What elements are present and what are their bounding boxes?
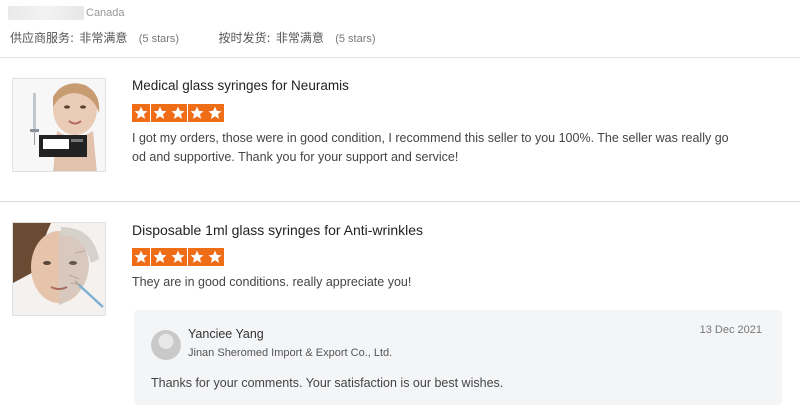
review-product-title[interactable]: Medical glass syringes for Neuramis (132, 78, 349, 93)
blurred-buyer-name (8, 6, 84, 20)
star-icon (150, 248, 169, 266)
reply-company-name: Jinan Sheromed Import & Export Co., Ltd. (188, 347, 393, 359)
review-star-rating (132, 248, 225, 266)
rating-value: 非常满意 (275, 31, 324, 45)
rating-count: (5 stars) (138, 33, 180, 45)
star-icon (132, 248, 150, 266)
reply-author-name: Yanciee Yang (188, 327, 264, 341)
star-icon (150, 104, 169, 122)
supplier-ratings: 供应商服务: 非常满意 (5 stars) 按时发货: 非常满意 (5 star… (10, 29, 412, 46)
seller-reply: Yanciee Yang Jinan Sheromed Import & Exp… (134, 310, 782, 405)
review-text-line: I got my orders, those were in good cond… (132, 131, 729, 145)
review-header: Canada 供应商服务: 非常满意 (5 stars) 按时发货: 非常满意 … (0, 0, 800, 58)
star-icon (169, 104, 187, 122)
product-image-anti-wrinkle-face (13, 223, 105, 315)
review-text-line: od and supportive. Thank you for your su… (132, 150, 459, 164)
reply-text: Thanks for your comments. Your satisfact… (151, 376, 504, 390)
star-icon (132, 104, 150, 122)
product-thumbnail[interactable] (12, 78, 106, 172)
product-image-syringe-face (13, 79, 105, 171)
avatar (151, 330, 181, 360)
review-text: They are in good conditions. really appr… (132, 273, 752, 292)
review-text: I got my orders, those were in good cond… (132, 129, 752, 167)
star-icon (187, 248, 206, 266)
rating-on-time-delivery: 按时发货: 非常满意 (5 stars) (218, 29, 375, 46)
review-star-rating (132, 104, 225, 122)
rating-label: 供应商服务: (10, 31, 75, 45)
review-item: Medical glass syringes for Neuramis I go… (0, 59, 800, 202)
star-icon (206, 104, 224, 122)
review-product-title[interactable]: Disposable 1ml glass syringes for Anti-w… (132, 222, 423, 238)
star-icon (206, 248, 224, 266)
reply-date: 13 Dec 2021 (699, 324, 762, 336)
star-icon (169, 248, 187, 266)
rating-value: 非常满意 (79, 31, 128, 45)
star-icon (187, 104, 206, 122)
product-thumbnail[interactable] (12, 222, 106, 316)
rating-label: 按时发货: (218, 31, 271, 45)
review-item: Disposable 1ml glass syringes for Anti-w… (0, 203, 800, 415)
rating-count: (5 stars) (335, 33, 376, 45)
review-text-line: They are in good conditions. really appr… (132, 275, 412, 289)
rating-supplier-service: 供应商服务: 非常满意 (5 stars) (10, 29, 179, 46)
buyer-country: Canada (86, 7, 125, 19)
